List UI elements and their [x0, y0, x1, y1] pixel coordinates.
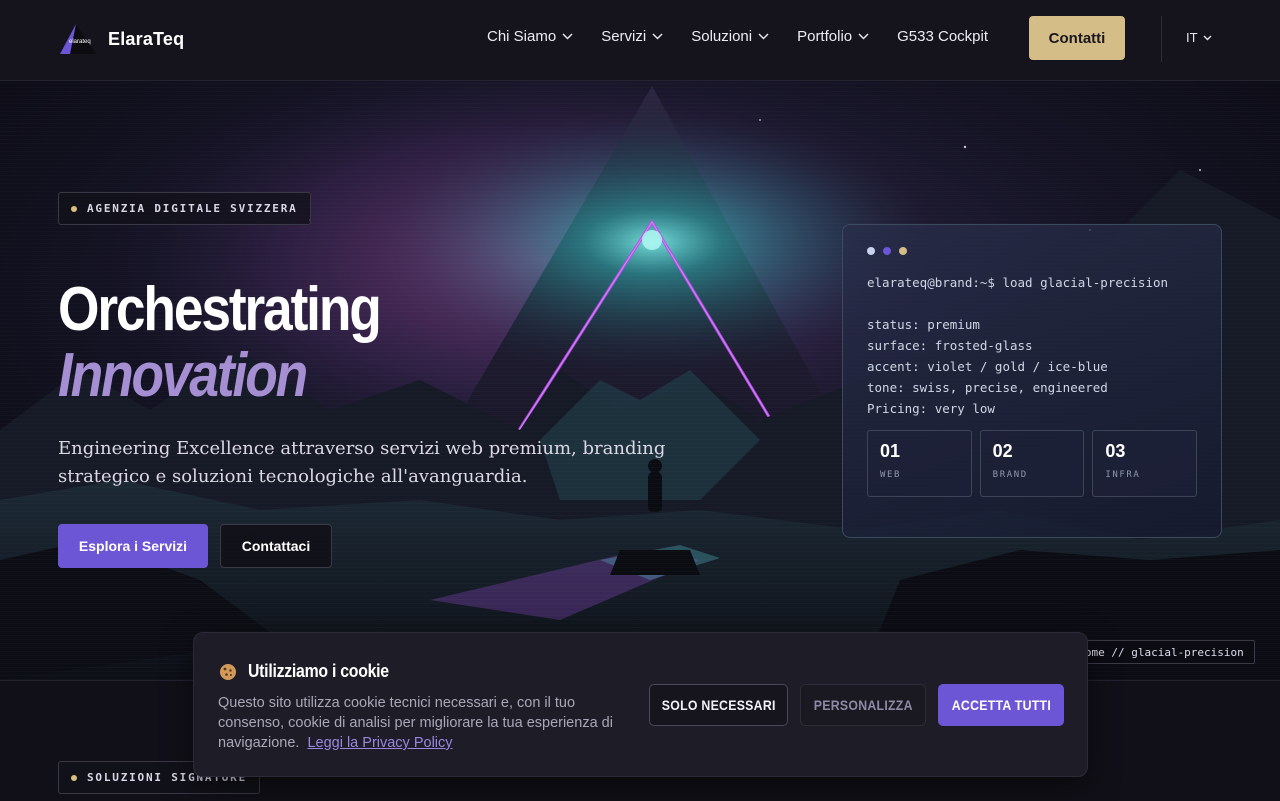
badge-dot [71, 205, 77, 212]
nav-portfolio[interactable]: Portfolio [797, 28, 869, 45]
stat-card-brand: 02 BRAND [979, 430, 1085, 497]
hero-subtitle: Engineering Excellence attraverso serviz… [58, 438, 666, 487]
contatti-button[interactable]: Contatti [1029, 16, 1125, 60]
hero-title-line2: Innovation [58, 341, 308, 410]
terminal-dot [867, 247, 875, 255]
hero-title: Orchestrating Innovation [58, 278, 432, 410]
privacy-policy-link[interactable]: Leggi la Privacy Policy [307, 735, 452, 751]
nav-label: Soluzioni [691, 28, 753, 45]
customize-button[interactable]: PERSONALIZZA [800, 684, 926, 726]
nav-label: G533 Cockpit [897, 28, 989, 45]
chevron-down-icon [858, 33, 869, 40]
stat-number: 01 [880, 441, 901, 461]
accept-all-button[interactable]: ACCETTA TUTTI [938, 684, 1064, 726]
badge-dot [71, 774, 77, 781]
cookie-description: Questo sito utilizza cookie tecnici nece… [218, 693, 638, 753]
nav-label: Chi Siamo [487, 28, 557, 45]
badge-label: AGENZIA DIGITALE SVIZZERA [87, 202, 298, 215]
site-header: elarateq ElaraTeq Chi Siamo Servizi Solu… [0, 0, 1280, 81]
terminal-dots [867, 247, 1197, 255]
chevron-down-icon [1203, 35, 1212, 40]
terminal-card: elarateq@brand:~$ load glacial-precision… [842, 224, 1222, 538]
stat-label: BRAND [992, 470, 1028, 480]
nav-g533-cockpit[interactable]: G533 Cockpit [897, 28, 988, 45]
explore-services-button[interactable]: Esplora i Servizi [58, 524, 208, 568]
logo-mark-text: elarateq [69, 39, 91, 45]
language-label: IT [1186, 30, 1198, 45]
only-necessary-button[interactable]: SOLO NECESSARI [649, 684, 788, 726]
terminal-dot [899, 247, 907, 255]
terminal-stats: 01 WEB 02 BRAND 03 INFRA [867, 430, 1198, 497]
cookie-title: Utilizziamo i cookie [248, 661, 389, 681]
button-label: PERSONALIZZA [813, 697, 913, 713]
cookie-header: Utilizziamo i cookie [219, 661, 408, 682]
terminal-line: tone: swiss, precise, engineered [867, 380, 1108, 395]
terminal-line: status: premium [867, 317, 980, 332]
terminal-output: status: premium surface: frosted-glass a… [867, 314, 1197, 419]
stat-label: INFRA [1105, 470, 1141, 480]
stat-card-web: 01 WEB [867, 430, 972, 497]
stat-number: 03 [1105, 441, 1126, 461]
hero-badge: AGENZIA DIGITALE SVIZZERA [58, 192, 311, 225]
terminal-line: accent: violet / gold / ice-blue [867, 359, 1108, 374]
nav-soluzioni[interactable]: Soluzioni [691, 28, 769, 45]
terminal-line: surface: frosted-glass [867, 338, 1033, 353]
stat-number: 02 [992, 441, 1013, 461]
hero-section: AGENZIA DIGITALE SVIZZERA Orchestrating … [0, 80, 1280, 680]
language-selector[interactable]: IT [1186, 30, 1212, 45]
stat-label: WEB [880, 470, 902, 480]
nav-label: Portfolio [797, 28, 853, 45]
brand-name: ElaraTeq [108, 28, 185, 49]
terminal-command: elarateq@brand:~$ load glacial-precision [867, 275, 1169, 290]
cookie-icon [220, 663, 236, 680]
nav-label: Servizi [601, 28, 647, 45]
header-divider [1161, 16, 1162, 62]
main-nav: Chi Siamo Servizi Soluzioni Portfolio G5… [487, 28, 988, 45]
elarateq-logo: elarateq [60, 24, 96, 54]
nav-chi-siamo[interactable]: Chi Siamo [487, 28, 573, 45]
cookie-banner: Utilizziamo i cookie Questo sito utilizz… [193, 632, 1088, 777]
hero-title-line1: Orchestrating [58, 275, 382, 344]
contact-us-button[interactable]: Contattaci [220, 524, 332, 568]
stat-card-infra: 03 INFRA [1092, 430, 1198, 497]
chevron-down-icon [562, 33, 573, 40]
nav-servizi[interactable]: Servizi [601, 28, 663, 45]
chevron-down-icon [758, 33, 769, 40]
button-label: ACCETTA TUTTI [951, 697, 1051, 713]
chevron-down-icon [652, 33, 663, 40]
brand-logo[interactable]: elarateq ElaraTeq [58, 22, 184, 56]
button-label: SOLO NECESSARI [661, 697, 776, 713]
terminal-line: Pricing: very low [867, 401, 995, 416]
terminal-dot [883, 247, 891, 255]
